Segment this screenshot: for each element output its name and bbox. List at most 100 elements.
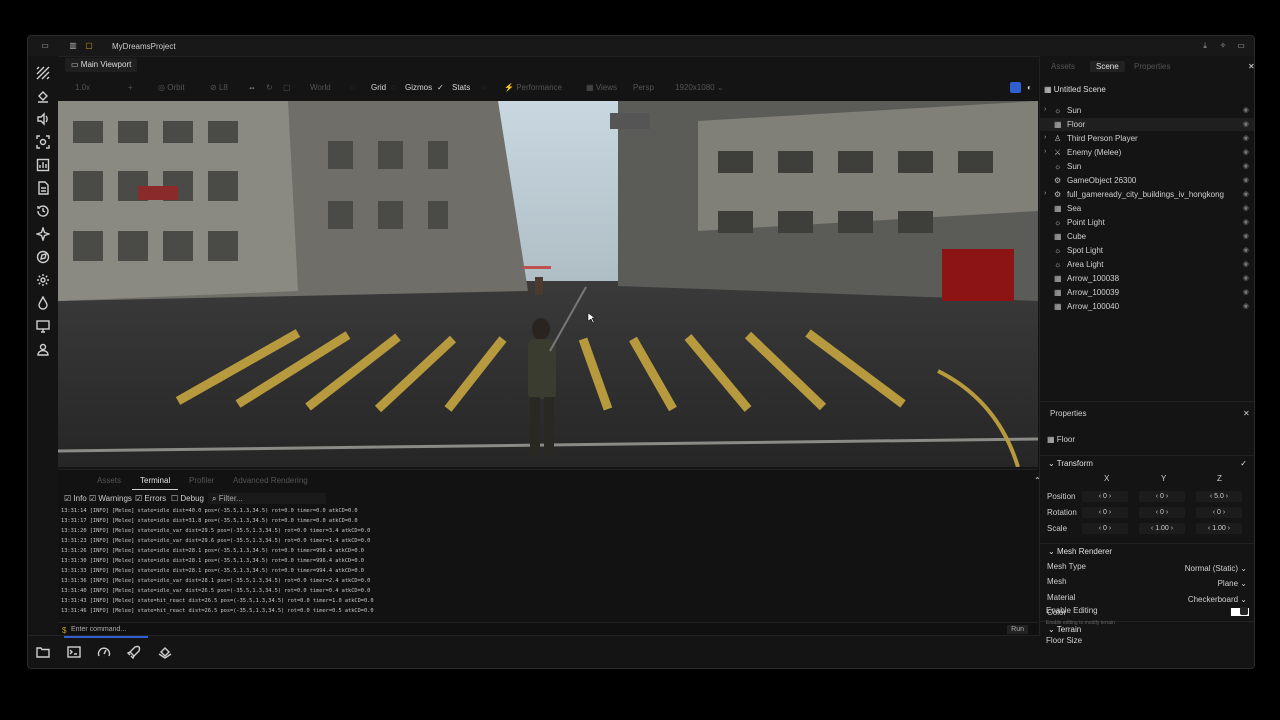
filter-info[interactable]: ☑ Info [64,494,87,503]
window-icon[interactable]: ▭ [40,41,50,51]
views-button[interactable]: ▦ Views [586,83,617,92]
visibility-eye-icon[interactable]: ◉ [1243,246,1249,254]
run-button[interactable]: Run [1007,625,1028,634]
scale-x[interactable]: ‹ 0 › [1082,523,1128,534]
rotation-y[interactable]: ‹ 0 › [1139,507,1185,518]
visibility-eye-icon[interactable]: ◉ [1243,218,1249,226]
filter-warnings[interactable]: ☑ Warnings [89,494,132,503]
document-icon[interactable] [36,181,50,195]
position-y[interactable]: ‹ 0 › [1139,491,1185,502]
history-icon[interactable] [36,204,50,218]
viewport-canvas[interactable] [58,101,1038,467]
scale-y[interactable]: ‹ 1.00 › [1139,523,1185,534]
expand-arrow-icon[interactable]: › [1044,190,1046,197]
layout-icon[interactable]: ▥ [68,41,78,51]
mesh-type-dropdown[interactable]: Normal (Static) ⌄ [1185,564,1247,573]
mesh-dropdown[interactable]: Plane ⌄ [1218,579,1247,588]
scene-item[interactable]: ⚙ GameObject 26300 ◉ [1040,174,1254,187]
scene-item[interactable]: ▦ Sea ◉ [1040,202,1254,215]
visibility-eye-icon[interactable]: ◉ [1243,260,1249,268]
move-tool-icon[interactable]: ⇔ [248,83,256,92]
scene-item[interactable]: ▦ Arrow_100039 ◉ [1040,286,1254,299]
close-properties-icon[interactable]: ✕ [1243,409,1250,418]
transform-enabled-check[interactable]: ✓ [1240,459,1247,468]
folder-icon[interactable] [36,645,50,659]
settings-gear-icon[interactable] [36,273,50,287]
zoom-level[interactable]: 1.0x [75,83,90,92]
scene-item[interactable]: ▦ Cube ◉ [1040,230,1254,243]
orbit-button[interactable]: ◎ Orbit [158,83,185,92]
pattern-tool-icon[interactable] [36,66,50,80]
visibility-eye-icon[interactable]: ◉ [1243,274,1249,282]
filter-errors[interactable]: ☑ Errors [135,494,166,503]
world-button[interactable]: World [310,83,331,92]
visibility-eye-icon[interactable]: ◉ [1243,232,1249,240]
enable-editing-checkbox[interactable] [1240,607,1248,615]
navigation-icon[interactable] [36,250,50,264]
visibility-eye-icon[interactable]: ◉ [1243,288,1249,296]
panel-icon[interactable]: ▭ [1236,41,1246,51]
visibility-eye-icon[interactable]: ◉ [1243,176,1249,184]
effects-icon[interactable] [34,225,52,243]
render-mode-icon[interactable]: ◐ [1027,83,1032,92]
command-input[interactable]: Enter command... [71,626,126,633]
sparkle-icon[interactable]: ✧ [1218,41,1228,51]
tab-terminal[interactable]: Terminal [140,476,170,485]
tab-scene[interactable]: Scene [1090,61,1125,72]
visibility-eye-icon[interactable]: ◉ [1243,148,1249,156]
chart-icon[interactable] [36,158,50,172]
scene-item[interactable]: › ⚙ full_gameready_city_buildings_iv_hongk… [1040,188,1254,201]
mesh-renderer-section[interactable]: ⌄ Mesh Renderer [1040,543,1254,558]
grid-toggle[interactable]: Grid [371,83,386,92]
filter-input[interactable]: ⌕ Filter... [208,493,326,504]
scene-item[interactable]: › ♙ Third Person Player ◉ [1040,132,1254,145]
user-icon[interactable] [36,342,50,356]
layers-icon[interactable] [158,645,172,659]
rotation-z[interactable]: ‹ 0 › [1196,507,1242,518]
material-dropdown[interactable]: Checkerboard ⌄ [1188,595,1247,604]
camera-target-icon[interactable] [36,135,50,149]
position-x[interactable]: ‹ 0 › [1082,491,1128,502]
resolution-dropdown[interactable]: 1920x1080 ⌄ [675,83,724,92]
grid-options-icon[interactable]: ◌ [391,83,396,92]
monitor-icon[interactable] [36,319,50,333]
water-drop-icon[interactable] [36,295,50,310]
scene-item[interactable]: ▦ Arrow_100040 ◉ [1040,300,1254,313]
tab-profiler[interactable]: Profiler [189,476,214,485]
visibility-eye-icon[interactable]: ◉ [1243,134,1249,142]
stats-options-icon[interactable]: ◌ [482,83,487,92]
visibility-eye-icon[interactable]: ◉ [1243,106,1249,114]
scene-item[interactable]: ▦ Arrow_100038 ◉ [1040,272,1254,285]
performance-button[interactable]: ⚡ Performance [504,83,562,92]
scene-item[interactable]: ☼ Point Light ◉ [1040,216,1254,229]
rotation-x[interactable]: ‹ 0 › [1082,507,1128,518]
tab-main-viewport[interactable]: ▭ Main Viewport [65,58,138,72]
terminal-icon[interactable] [67,645,81,659]
select-mode-icon[interactable] [1010,82,1021,93]
stats-toggle[interactable]: Stats [452,83,470,92]
scale-z[interactable]: ‹ 1.00 › [1196,523,1242,534]
light-button[interactable]: ⊘ L8 [210,83,228,92]
transform-section[interactable]: ⌄ Transform ✓ [1040,455,1254,470]
scale-tool-icon[interactable]: ▢ [283,83,291,92]
tab-properties[interactable]: Properties [1134,62,1170,71]
position-z[interactable]: ‹ 5.0 › [1196,491,1242,502]
visibility-eye-icon[interactable]: ◉ [1243,162,1249,170]
scene-item[interactable]: ☼ Spot Light ◉ [1040,244,1254,257]
tab-assets-right[interactable]: Assets [1051,62,1075,71]
expand-arrow-icon[interactable]: › [1044,106,1046,113]
visibility-eye-icon[interactable]: ◉ [1243,302,1249,310]
scene-item[interactable]: ☼ Area Light ◉ [1040,258,1254,271]
plus-icon[interactable]: + [128,83,133,92]
visibility-eye-icon[interactable]: ◉ [1243,190,1249,198]
scene-item[interactable]: ▦ Floor ◉ [1040,118,1254,131]
snap-icon[interactable]: ◌ [350,83,355,92]
gauge-icon[interactable] [97,645,111,659]
scene-item[interactable]: ☼ Sun ◉ [1040,160,1254,173]
audio-icon[interactable] [36,112,50,126]
tab-advanced-rendering[interactable]: Advanced Rendering [233,476,308,485]
tab-assets[interactable]: Assets [97,476,121,485]
scene-item[interactable]: › ☼ Sun ◉ [1040,104,1254,117]
expand-arrow-icon[interactable]: › [1044,148,1046,155]
scene-item[interactable]: › ⚔ Enemy (Melee) ◉ [1040,146,1254,159]
